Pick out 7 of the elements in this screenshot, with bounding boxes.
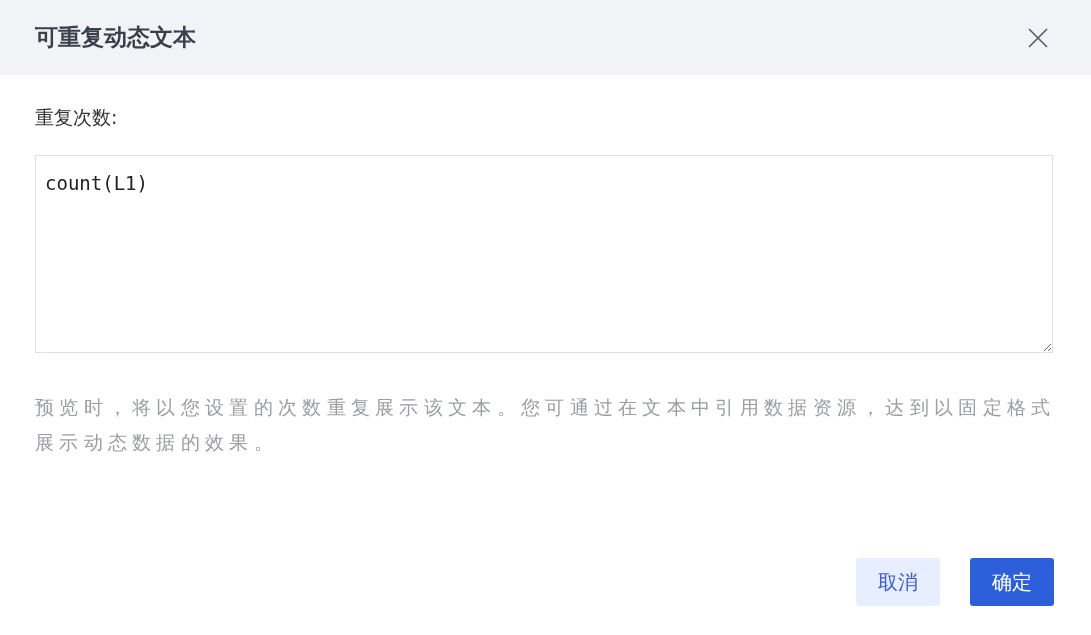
cancel-button[interactable]: 取消 [856, 558, 940, 606]
input-field[interactable]: count(L1) [35, 155, 1053, 353]
dialog-title: 可重复动态文本 [35, 23, 196, 52]
field-label: 重复次数: [35, 105, 119, 130]
hint-text: 预览时，将以您设置的次数重复展示该文本。您可通过在文本中引用数据资源，达到以固定格式展示动态数据的效果。 [35, 395, 1057, 455]
close-icon[interactable] [1028, 27, 1048, 48]
confirm-button[interactable]: 确定 [970, 558, 1054, 606]
